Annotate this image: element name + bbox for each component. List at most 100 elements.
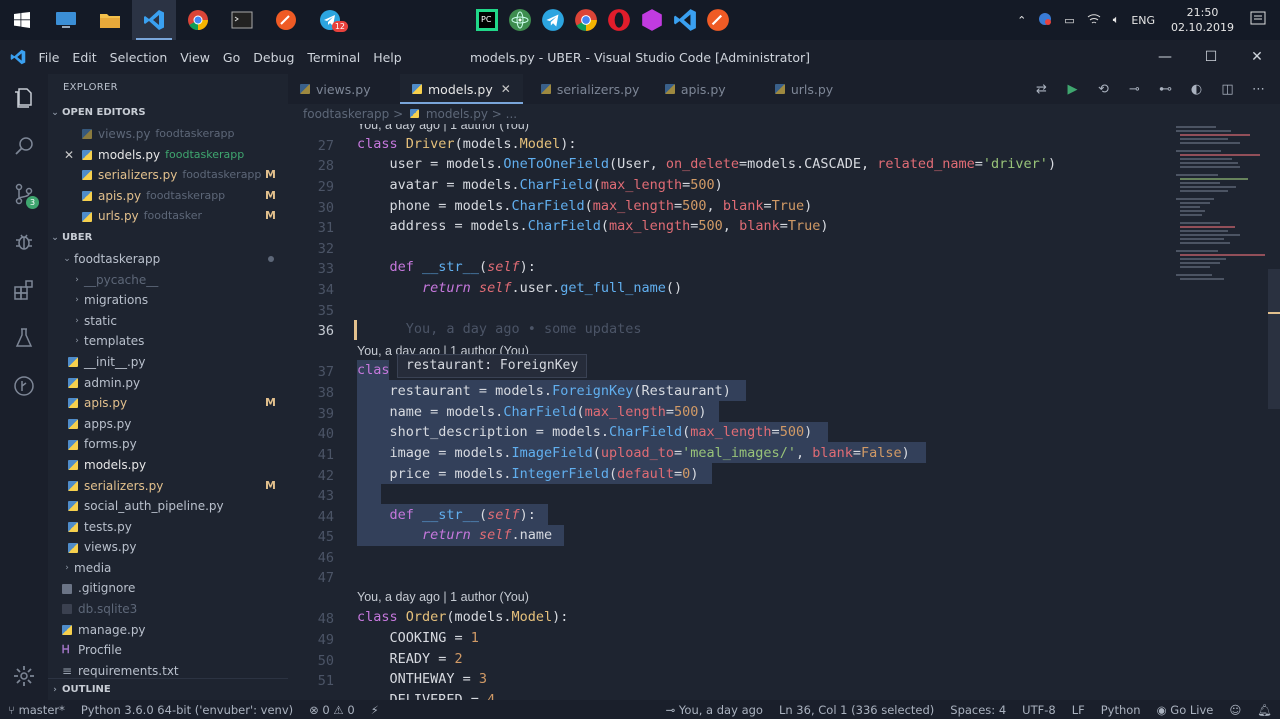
menu-debug[interactable]: Debug	[247, 50, 301, 65]
maximize-button[interactable]: ☐	[1188, 40, 1234, 74]
menu-view[interactable]: View	[174, 50, 217, 65]
taskbar-postman[interactable]	[264, 0, 308, 40]
activity-source-control[interactable]: 3	[0, 170, 48, 218]
vertical-scrollbar[interactable]	[1268, 269, 1280, 409]
file-item-active[interactable]: models.py	[48, 455, 288, 476]
tray-app-icon[interactable]	[1038, 12, 1052, 29]
run-icon[interactable]: ▶	[1057, 82, 1088, 97]
folder-foodtaskerapp[interactable]: ⌄ foodtaskerapp	[48, 249, 288, 270]
activity-explorer[interactable]	[0, 74, 48, 122]
activity-debug[interactable]	[0, 218, 48, 266]
previous-revision-icon[interactable]: ⊸	[1119, 82, 1150, 97]
taskbar-atom[interactable]	[503, 0, 536, 40]
open-editor-item[interactable]: urls.py foodtasker M	[48, 206, 288, 227]
notifications-icon[interactable]	[1250, 11, 1266, 30]
battery-icon[interactable]: ▭	[1064, 14, 1074, 27]
menu-go[interactable]: Go	[216, 50, 246, 65]
tab-apis-py[interactable]: apis.py	[653, 74, 763, 104]
open-editor-item[interactable]: views.py foodtaskerapp	[48, 124, 288, 145]
taskbar-terminal[interactable]	[220, 0, 264, 40]
close-button[interactable]: ✕	[1234, 40, 1280, 74]
taskbar-affinity[interactable]	[635, 0, 668, 40]
activity-search[interactable]	[0, 122, 48, 170]
toggle-blame-icon[interactable]: ◐	[1181, 82, 1212, 97]
file-item[interactable]: apps.py	[48, 414, 288, 435]
breadcrumb-file[interactable]: models.py	[426, 107, 488, 121]
taskbar-file-explorer[interactable]	[88, 0, 132, 40]
taskbar-chrome[interactable]	[176, 0, 220, 40]
activity-extensions[interactable]	[0, 266, 48, 314]
file-item[interactable]: manage.py	[48, 620, 288, 641]
file-item[interactable]: __init__.py	[48, 352, 288, 373]
status-problems[interactable]: ⊗ 0 ⚠ 0	[301, 703, 363, 717]
tab-serializers-py[interactable]: serializers.py	[529, 74, 653, 104]
status-git-blame[interactable]: ⊸ You, a day ago	[658, 703, 771, 717]
clock[interactable]: 21:50 02.10.2019	[1171, 5, 1234, 35]
status-language[interactable]: Python	[1093, 703, 1149, 717]
folder-item[interactable]: › templates	[48, 331, 288, 352]
taskbar-postman-pinned[interactable]	[701, 0, 734, 40]
folder-item[interactable]: › static	[48, 311, 288, 332]
activity-manage[interactable]	[0, 652, 48, 700]
status-encoding[interactable]: UTF-8	[1014, 703, 1064, 717]
open-editor-item[interactable]: serializers.py foodtaskerapp M	[48, 165, 288, 186]
menu-selection[interactable]: Selection	[103, 50, 174, 65]
status-branch[interactable]: ⑂ master*	[0, 703, 73, 717]
file-item[interactable]: serializers.py M	[48, 476, 288, 497]
workspace-header[interactable]: ⌄ UBER	[48, 227, 288, 249]
taskbar-desktop-app[interactable]	[44, 0, 88, 40]
file-item[interactable]: apis.py M	[48, 393, 288, 414]
minimize-button[interactable]: —	[1142, 40, 1188, 74]
taskbar-pycharm[interactable]: PC	[470, 0, 503, 40]
status-cursor-position[interactable]: Ln 36, Col 1 (336 selected)	[771, 703, 942, 717]
folder-item[interactable]: › __pycache__	[48, 270, 288, 291]
open-editor-item[interactable]: apis.py foodtaskerapp M	[48, 186, 288, 207]
outline-header[interactable]: › OUTLINE	[48, 678, 288, 700]
menu-file[interactable]: File	[32, 50, 66, 65]
taskbar-vscode[interactable]	[132, 0, 176, 40]
menu-terminal[interactable]: Terminal	[301, 50, 367, 65]
tab-models-py[interactable]: models.py ✕	[400, 74, 523, 104]
speaker-icon[interactable]: 🔈︎	[1113, 13, 1120, 27]
file-item[interactable]: social_auth_pipeline.py	[48, 496, 288, 517]
split-editor-icon[interactable]: ◫	[1212, 82, 1243, 97]
file-item[interactable]: forms.py	[48, 434, 288, 455]
breadcrumb-folder[interactable]: foodtaskerapp	[303, 107, 389, 121]
tab-views-py[interactable]: views.py	[288, 74, 386, 104]
codelens-blame[interactable]: You, a day ago | 1 author (You)	[357, 124, 529, 132]
taskbar-vscode-pinned[interactable]	[668, 0, 701, 40]
file-item[interactable]: .gitignore	[48, 578, 288, 599]
file-item[interactable]: tests.py	[48, 517, 288, 538]
file-item[interactable]: admin.py	[48, 373, 288, 394]
next-revision-icon[interactable]: ⊷	[1150, 82, 1181, 97]
wifi-icon[interactable]	[1087, 13, 1101, 28]
activity-testing[interactable]	[0, 314, 48, 362]
more-actions-icon[interactable]: ⋯	[1243, 82, 1274, 97]
menu-help[interactable]: Help	[367, 50, 409, 65]
open-editor-item-active[interactable]: ✕ models.py foodtaskerapp	[48, 145, 288, 166]
codelens-blame[interactable]: You, a day ago | 1 author (You)	[357, 590, 529, 604]
close-tab-icon[interactable]: ✕	[501, 82, 511, 96]
file-item[interactable]: views.py	[48, 537, 288, 558]
file-item[interactable]: db.sqlite3	[48, 599, 288, 620]
open-editors-header[interactable]: ⌄ OPEN EDITORS	[48, 102, 288, 124]
minimap[interactable]	[1176, 124, 1266, 294]
chevron-up-icon[interactable]: ⌃	[1017, 14, 1026, 27]
status-python-interpreter[interactable]: Python 3.6.0 64-bit ('envuber': venv)	[73, 703, 301, 717]
close-editor-icon[interactable]: ✕	[64, 145, 82, 166]
lightning-icon[interactable]: ⚡︎	[363, 703, 387, 717]
activity-gitlens[interactable]	[0, 362, 48, 410]
bell-icon[interactable]: 🔔︎	[1249, 703, 1280, 717]
compare-changes-icon[interactable]: ⇄	[1026, 82, 1057, 97]
taskbar-telegram-pinned[interactable]	[536, 0, 569, 40]
taskbar-chrome-pinned[interactable]	[569, 0, 602, 40]
open-changes-icon[interactable]: ⟲	[1088, 82, 1119, 97]
status-go-live[interactable]: ◉ Go Live	[1149, 703, 1222, 717]
tab-urls-py[interactable]: urls.py	[763, 74, 845, 104]
feedback-icon[interactable]: ☺	[1221, 703, 1249, 717]
taskbar-opera[interactable]	[602, 0, 635, 40]
windows-start-button[interactable]	[0, 0, 44, 40]
status-eol[interactable]: LF	[1064, 703, 1093, 717]
file-item[interactable]: Ꮋ Procfile	[48, 640, 288, 661]
folder-item[interactable]: › migrations	[48, 290, 288, 311]
